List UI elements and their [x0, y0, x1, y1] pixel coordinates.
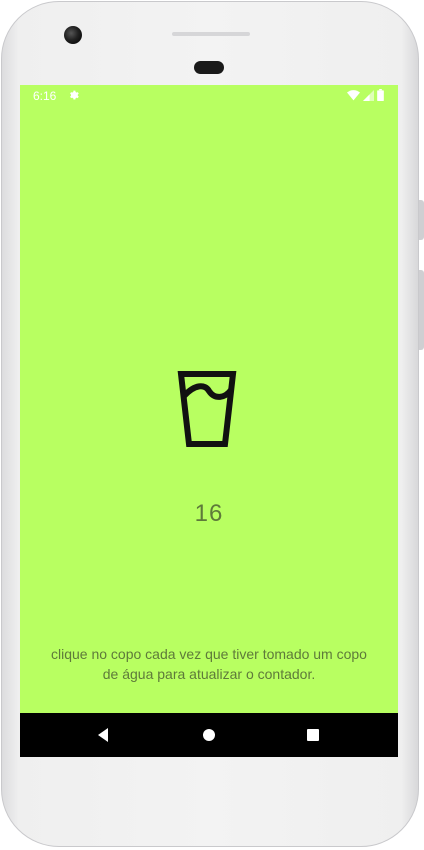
- back-icon[interactable]: [94, 726, 112, 744]
- volume-button: [419, 270, 424, 350]
- instructions-text: clique no copo cada vez que tiver tomado…: [51, 646, 367, 682]
- gear-icon: [70, 90, 79, 100]
- status-time: 6:16: [33, 89, 57, 103]
- earpiece-speaker: [194, 61, 224, 74]
- battery-icon: [377, 89, 384, 101]
- top-speaker-grille: [172, 32, 250, 36]
- recents-icon[interactable]: [304, 726, 322, 744]
- home-icon[interactable]: [200, 726, 218, 744]
- status-bar: 6:16: [20, 85, 398, 107]
- navigation-bar: [20, 713, 398, 757]
- water-glass-icon[interactable]: [177, 370, 237, 448]
- water-counter: 16: [194, 500, 224, 527]
- power-button: [419, 200, 424, 240]
- wifi-icon: [347, 89, 360, 100]
- signal-icon: [363, 89, 374, 101]
- phone-frame: 6:16 16 clique no copo cada vez que tive…: [0, 0, 424, 850]
- front-camera: [64, 26, 82, 44]
- app-screen: 6:16 16 clique no copo cada vez que tive…: [20, 85, 398, 757]
- main-content: 16 clique no copo cada vez que tiver tom…: [20, 107, 398, 713]
- status-icons: [347, 89, 384, 101]
